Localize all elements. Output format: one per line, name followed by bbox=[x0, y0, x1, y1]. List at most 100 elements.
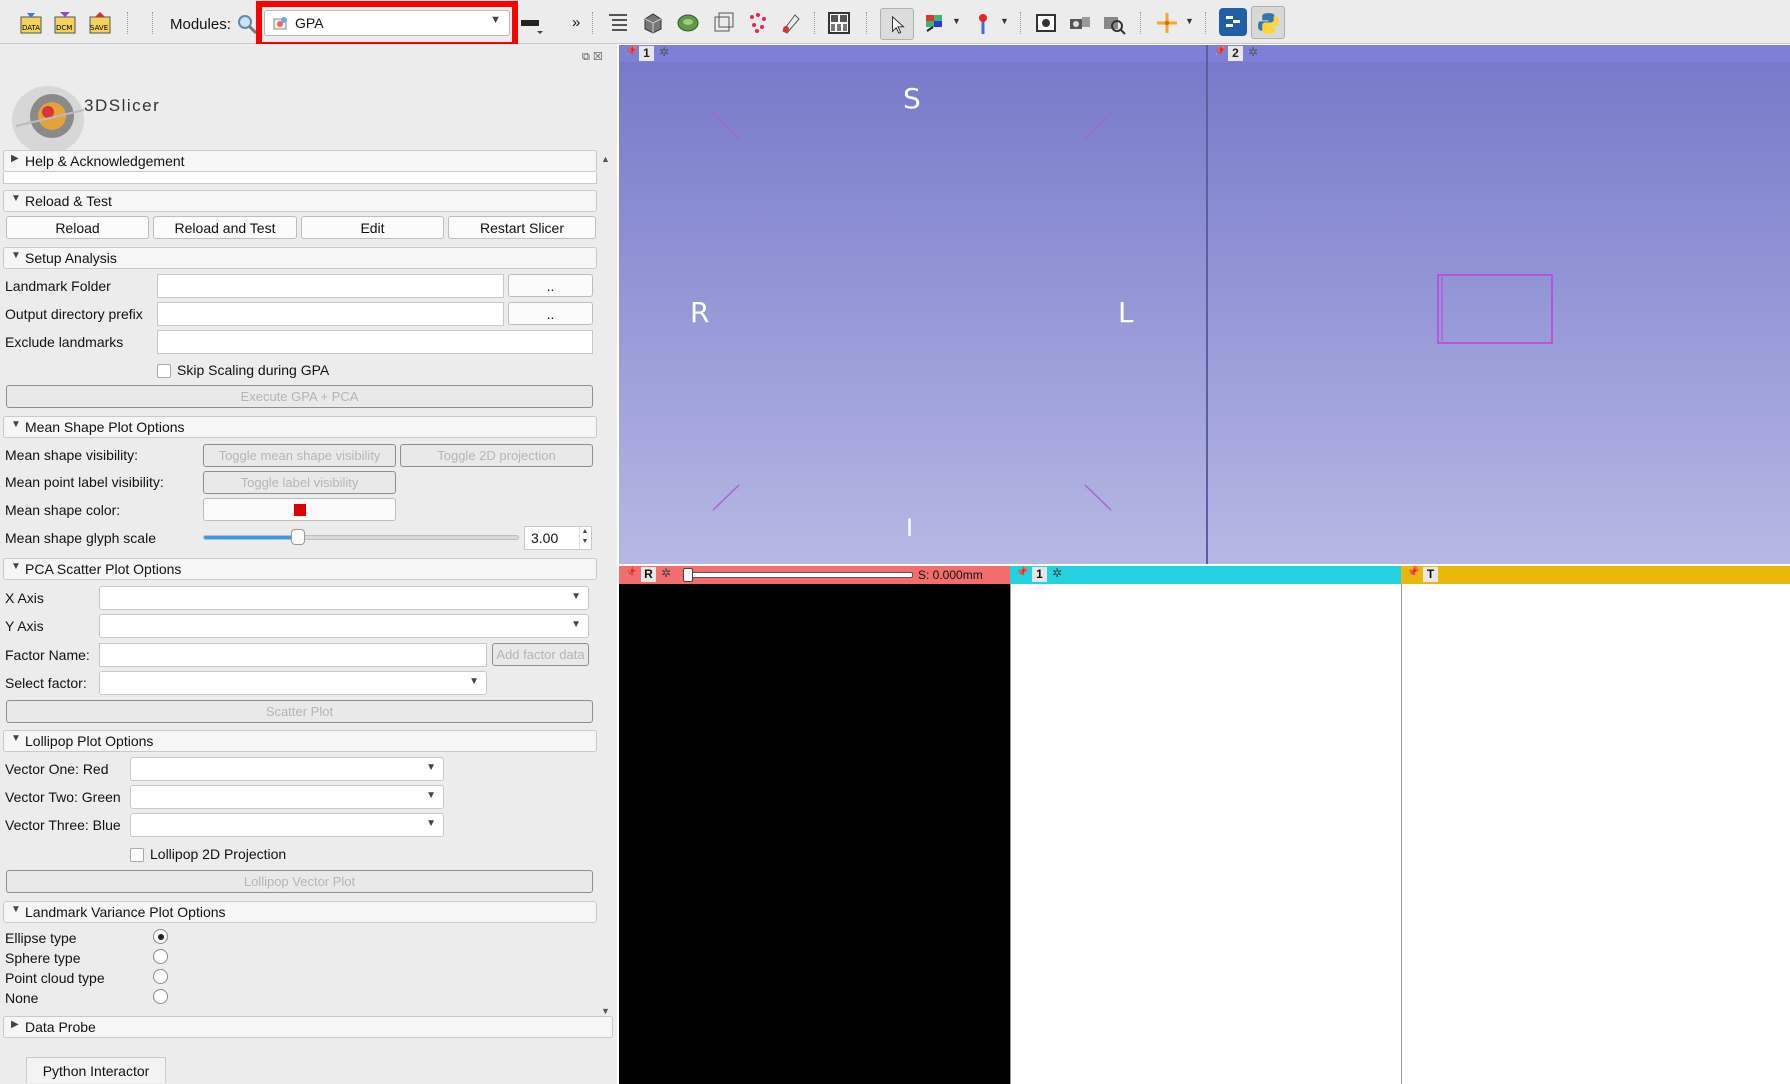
spin-arrows-icon[interactable]: ▲ ▼ bbox=[579, 527, 590, 549]
load-data-icon[interactable]: DATA bbox=[18, 10, 44, 36]
mouse-mode-view-transform[interactable] bbox=[880, 8, 914, 40]
section-mean-shape[interactable]: ▼ Mean Shape Plot Options bbox=[3, 416, 597, 438]
section-help[interactable]: ▶ Help & Acknowledgement bbox=[3, 150, 597, 172]
chevron-down-icon: ▼ bbox=[490, 14, 501, 26]
point-cloud-type-radio[interactable] bbox=[153, 969, 168, 984]
models-icon[interactable] bbox=[675, 10, 701, 36]
factor-name-input[interactable] bbox=[99, 643, 487, 667]
dicom-icon[interactable]: DCM bbox=[52, 10, 78, 36]
layout-icon[interactable] bbox=[826, 10, 852, 36]
y-axis-select[interactable]: ▼ bbox=[99, 614, 589, 638]
python-interactor-tab[interactable]: Python Interactor bbox=[26, 1057, 166, 1083]
yellow-slice-controller-bar[interactable]: 📌 T bbox=[1401, 566, 1790, 584]
module-selector[interactable]: GPA ▼ bbox=[264, 10, 510, 36]
volumes-icon[interactable] bbox=[640, 10, 666, 36]
chevron-down-icon: ▼ bbox=[469, 676, 479, 687]
pin-icon[interactable]: 📌 bbox=[625, 567, 637, 578]
vector-one-select[interactable]: ▼ bbox=[130, 757, 444, 781]
restart-slicer-button[interactable]: Restart Slicer bbox=[448, 216, 596, 239]
chevron-down-icon[interactable]: ▼ bbox=[1185, 16, 1194, 26]
red-slice-offset-handle[interactable] bbox=[683, 568, 693, 582]
window-level-icon[interactable] bbox=[922, 10, 948, 36]
toggle-2d-projection-button[interactable]: Toggle 2D projection bbox=[400, 444, 593, 467]
module-list-icon[interactable] bbox=[605, 10, 631, 36]
section-reload-test[interactable]: ▼ Reload & Test bbox=[3, 190, 597, 212]
panel-float-close-buttons[interactable]: ⧉ ☒ bbox=[582, 50, 603, 64]
section-pca[interactable]: ▼ PCA Scatter Plot Options bbox=[3, 558, 597, 580]
x-axis-label: X Axis bbox=[5, 590, 44, 606]
glyph-scale-spinbox[interactable]: 3.00 ▲ ▼ bbox=[524, 526, 592, 550]
toggle-mean-shape-visibility-button[interactable]: Toggle mean shape visibility bbox=[203, 444, 396, 467]
view-link-icon[interactable]: ✲ bbox=[1052, 566, 1062, 580]
panel-scrollbar[interactable]: ▲ ▼ bbox=[598, 154, 612, 1022]
toolbar-overflow[interactable]: » bbox=[572, 14, 580, 31]
modules-label: Modules: bbox=[170, 16, 231, 33]
red-slice-view[interactable] bbox=[619, 584, 1010, 1084]
landmark-folder-input[interactable] bbox=[157, 274, 504, 298]
save-icon[interactable]: SAVE bbox=[87, 10, 113, 36]
chevron-down-icon[interactable]: ▼ bbox=[1000, 16, 1009, 26]
section-data-probe[interactable]: ▶ Data Probe bbox=[3, 1016, 613, 1038]
module-history-icon[interactable] bbox=[518, 10, 544, 36]
view-link-icon[interactable]: ✲ bbox=[661, 566, 671, 580]
scroll-down-icon[interactable]: ▼ bbox=[601, 1006, 610, 1016]
toggle-label-visibility-button[interactable]: Toggle label visibility bbox=[203, 471, 396, 494]
exclude-landmarks-input[interactable] bbox=[157, 330, 593, 354]
x-axis-select[interactable]: ▼ bbox=[99, 586, 589, 610]
mean-shape-color-picker[interactable] bbox=[203, 498, 396, 521]
green-slice-controller-bar[interactable]: 📌 1 ✲ bbox=[1010, 566, 1401, 584]
chevron-down-icon[interactable]: ▼ bbox=[952, 16, 961, 26]
module-search-icon[interactable] bbox=[234, 11, 260, 37]
crosshair-icon[interactable] bbox=[1154, 10, 1180, 36]
vector-one-label: Vector One: Red bbox=[5, 761, 109, 777]
glyph-scale-slider-handle[interactable] bbox=[290, 529, 305, 545]
screenshot-icon[interactable] bbox=[1033, 10, 1059, 36]
vector-three-select[interactable]: ▼ bbox=[130, 813, 444, 837]
none-type-radio[interactable] bbox=[153, 989, 168, 1004]
scene-views-icon[interactable] bbox=[1067, 10, 1093, 36]
transforms-icon[interactable] bbox=[710, 10, 736, 36]
reload-and-test-button[interactable]: Reload and Test bbox=[153, 216, 297, 239]
select-factor-select[interactable]: ▼ bbox=[99, 671, 487, 695]
section-lollipop[interactable]: ▼ Lollipop Plot Options bbox=[3, 730, 597, 752]
select-factor-label: Select factor: bbox=[5, 675, 87, 691]
place-fiducial-icon[interactable] bbox=[970, 10, 996, 36]
svg-text:SAVE: SAVE bbox=[90, 24, 108, 32]
green-slice-view[interactable] bbox=[1010, 584, 1401, 1084]
skip-scaling-checkbox[interactable] bbox=[157, 364, 171, 378]
sphere-type-radio[interactable] bbox=[153, 949, 168, 964]
glyph-scale-value: 3.00 bbox=[531, 530, 559, 546]
red-slice-offset-slider[interactable] bbox=[685, 572, 913, 578]
vector-two-select[interactable]: ▼ bbox=[130, 785, 444, 809]
toolbar-separator bbox=[592, 12, 593, 34]
yellow-slice-view[interactable] bbox=[1401, 584, 1790, 1084]
python-console-button[interactable] bbox=[1251, 6, 1285, 39]
ellipse-type-radio[interactable] bbox=[153, 929, 168, 944]
segment-editor-icon[interactable] bbox=[778, 10, 804, 36]
reload-button[interactable]: Reload bbox=[6, 216, 149, 239]
lollipop-2d-projection-checkbox[interactable] bbox=[130, 848, 144, 862]
extension-manager-icon[interactable] bbox=[1219, 8, 1247, 36]
view-1-corner-marks bbox=[712, 112, 1112, 511]
scroll-up-icon[interactable]: ▲ bbox=[601, 154, 610, 164]
glyph-scale-slider-fill bbox=[204, 536, 299, 539]
scatter-plot-button[interactable]: Scatter Plot bbox=[6, 700, 593, 723]
execute-gpa-pca-button[interactable]: Execute GPA + PCA bbox=[6, 385, 593, 408]
edit-button[interactable]: Edit bbox=[301, 216, 444, 239]
markups-icon[interactable] bbox=[745, 10, 771, 36]
pin-icon[interactable]: 📌 bbox=[1016, 567, 1028, 578]
explore-icon[interactable] bbox=[1101, 10, 1127, 36]
section-setup[interactable]: ▼ Setup Analysis bbox=[3, 247, 597, 269]
red-slice-label: R bbox=[641, 567, 656, 582]
glyph-scale-slider[interactable] bbox=[203, 535, 519, 540]
toolbar-separator bbox=[1020, 12, 1021, 34]
section-landmark-variance[interactable]: ▼ Landmark Variance Plot Options bbox=[3, 901, 597, 923]
output-prefix-label: Output directory prefix bbox=[5, 306, 143, 322]
lollipop-vector-plot-button[interactable]: Lollipop Vector Plot bbox=[6, 870, 593, 893]
expanded-arrow-icon: ▼ bbox=[11, 193, 21, 204]
pin-icon[interactable]: 📌 bbox=[1407, 567, 1419, 578]
output-prefix-input[interactable] bbox=[157, 302, 504, 326]
add-factor-data-button[interactable]: Add factor data bbox=[492, 643, 589, 666]
output-prefix-browse-button[interactable]: .. bbox=[508, 302, 593, 325]
landmark-folder-browse-button[interactable]: .. bbox=[508, 274, 593, 297]
